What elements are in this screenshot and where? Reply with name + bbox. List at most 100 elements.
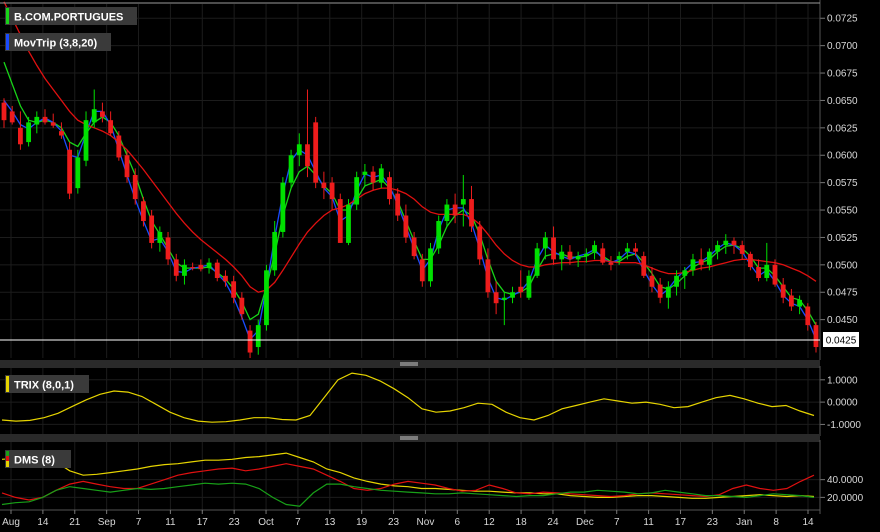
candle-body [772,264,778,285]
candle-body [116,135,122,158]
blue-bar-icon [6,34,9,50]
x-tick-label: 23 [388,517,400,528]
candle-body [608,262,614,265]
candle-body [477,226,483,260]
dms-tick-label: 40.0000 [827,475,864,486]
candle-body [305,144,310,167]
symbol-badge[interactable]: B.COM.PORTUGUES [5,7,137,25]
candle-body [428,248,433,282]
candle-body [362,171,368,175]
candle-body [141,201,146,222]
candle-body [682,270,688,276]
pane-splitter-1[interactable] [0,360,820,368]
candle [280,177,286,238]
candle [346,199,351,246]
price-tick-label: 0.0575 [827,178,858,189]
x-tick-label: 11 [643,517,654,528]
candle-body [526,275,532,298]
price-tick-label: 0.0450 [827,315,858,326]
pane-splitter-2[interactable] [0,434,820,442]
price-tick-label: 0.0600 [827,151,858,162]
x-tick-label: Nov [417,517,435,528]
x-tick-label: Jan [736,517,752,528]
candle-body [756,267,761,278]
candle-body [42,116,48,123]
candle-body [452,204,458,216]
green-bar-icon [6,8,9,24]
candle-body [255,325,261,348]
candle-body [321,182,327,189]
candle-body [83,120,89,161]
candle-body [575,256,581,260]
dms-badge[interactable]: DMS (8) [5,450,71,468]
candle-body [329,182,335,200]
trix-tick-label: 0.0000 [827,398,858,409]
candle-body [723,240,729,246]
price-tick-label: 0.0475 [827,288,858,299]
candle-body [542,237,548,249]
candle-body [788,295,794,307]
x-tick-label: 14 [802,517,814,528]
candle-body [288,155,294,183]
candle-body [690,259,696,271]
price-tick-label: 0.0725 [827,14,858,25]
price-tick-label: 0.0675 [827,69,858,80]
candle-body [592,245,597,252]
candle-body [59,131,64,136]
candle-body [583,253,589,257]
candle-body [223,275,228,282]
price-tick-label: 0.0650 [827,96,858,107]
candle-body [67,149,73,194]
candle-body [395,193,401,216]
candle-body [649,275,655,287]
candle-body [797,299,802,307]
candle-body [124,155,130,178]
x-tick-label: Oct [258,517,274,528]
candle-body [698,259,704,265]
candle-body [50,122,56,126]
x-tick-label: 17 [675,517,687,528]
trix-y-axis: 1.0000 0.0000 -1.0000 [819,366,861,436]
x-tick-label: 21 [69,517,81,528]
candle-body [805,306,811,326]
candle-body [444,204,450,222]
candle-body [747,253,753,268]
dms-tick-label: 20.0000 [827,493,864,504]
candle-body [198,264,204,270]
candle-body [9,111,15,123]
x-tick-label: 8 [773,517,779,528]
candle [477,221,483,265]
x-tick-label: 11 [165,517,176,528]
stock-chart: 0.0725 0.0700 0.0675 0.0650 0.0625 0.0600 0.05… [0,0,880,532]
trix-tick-label: -1.0000 [827,420,861,431]
candle-body [75,157,81,189]
trix-badge[interactable]: TRIX (8,0,1) [5,375,89,393]
x-tick-label: 7 [614,517,620,528]
candle-body [272,231,278,271]
candle-body [493,292,499,304]
candle-body [739,245,745,254]
candle-body [510,292,515,298]
candle-body [108,120,114,134]
x-tick-label: Sep [98,517,116,528]
symbol-label: B.COM.PORTUGUES [14,12,123,24]
trix-label: TRIX (8,0,1) [14,380,74,392]
candle-body [214,262,220,278]
x-tick-label: 13 [324,517,336,528]
candle-body [387,177,392,200]
movtrip-badge[interactable]: MovTrip (3,8,20) [5,33,111,51]
yellow-bar-icon [6,376,9,392]
x-tick-label: Aug [2,517,20,528]
price-tick-label: 0.0500 [827,260,858,271]
candle [436,215,442,254]
current-price-badge: 0.0425 [823,332,859,347]
candle-body [165,237,171,260]
candle [214,259,220,282]
candle [428,242,433,287]
candle-body [460,199,466,205]
candle-body [346,204,351,243]
x-tick-label: 23 [707,517,719,528]
candle-body [18,127,23,145]
candle-body [182,264,187,276]
candle-body [239,297,245,315]
